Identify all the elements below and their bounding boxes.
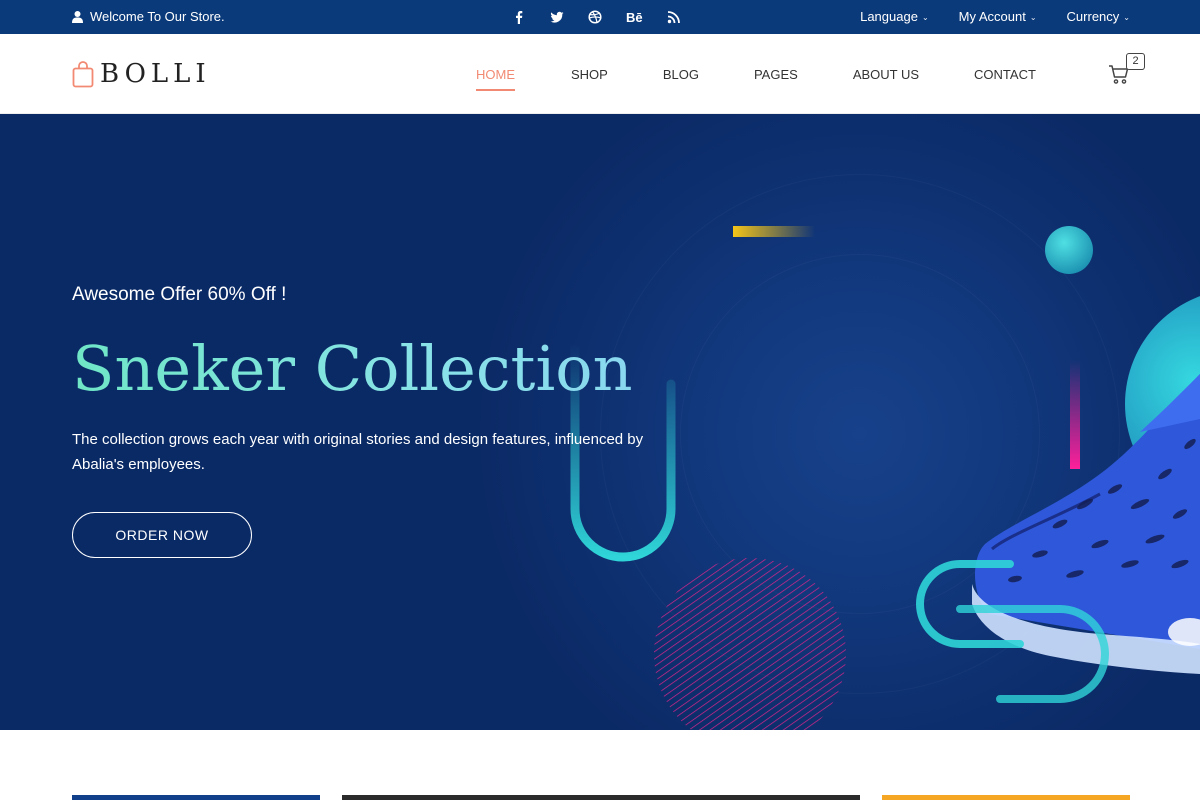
nav-about-us[interactable]: ABOUT US — [853, 67, 919, 82]
welcome-message: Welcome To Our Store. — [72, 9, 225, 24]
featured-card[interactable] — [342, 795, 860, 800]
nav-contact[interactable]: CONTACT — [974, 67, 1036, 82]
cart-button[interactable]: 2 — [1108, 53, 1148, 92]
hero-content: Awesome Offer 60% Off ! Sneker Collectio… — [72, 284, 672, 558]
hero-offer: Awesome Offer 60% Off ! — [72, 284, 287, 305]
currency-label: Currency — [1066, 9, 1120, 24]
social-links: Bē — [512, 9, 681, 25]
account-dropdown[interactable]: My Account ⌄ — [959, 9, 1037, 24]
logo-text: BOLLI — [100, 59, 211, 89]
dribbble-icon[interactable] — [588, 9, 602, 25]
account-label: My Account — [958, 9, 1026, 24]
order-now-button[interactable]: ORDER NOW — [72, 512, 252, 558]
rss-icon[interactable] — [667, 9, 681, 25]
shopping-bag-icon — [72, 61, 94, 88]
chevron-down-icon: ⌄ — [921, 13, 929, 22]
nav-home[interactable]: HOME — [476, 67, 515, 91]
hero-banner: Awesome Offer 60% Off ! Sneker Collectio… — [0, 114, 1200, 730]
featured-section — [0, 730, 1200, 800]
chevron-down-icon: ⌄ — [1123, 13, 1130, 22]
currency-dropdown[interactable]: Currency ⌄ — [1067, 9, 1130, 24]
main-nav: HOME SHOP BLOG PAGES ABOUT US CONTACT — [476, 67, 1036, 91]
top-right-menu: Language ⌄ My Account ⌄ Currency ⌄ — [860, 9, 1130, 24]
featured-card[interactable] — [882, 795, 1130, 800]
hero-title: Sneker Collection — [72, 332, 633, 405]
facebook-icon[interactable] — [512, 9, 526, 25]
nav-blog[interactable]: BLOG — [663, 67, 699, 82]
hero-description: The collection grows each year with orig… — [72, 431, 644, 473]
nav-pages[interactable]: PAGES — [754, 67, 798, 82]
logo[interactable]: BOLLI — [72, 59, 211, 89]
chevron-down-icon: ⌄ — [1029, 13, 1037, 22]
top-bar: Welcome To Our Store. Bē Language ⌄ My A… — [0, 0, 1200, 34]
welcome-text: Welcome To Our Store. — [90, 9, 225, 24]
language-dropdown[interactable]: Language ⌄ — [860, 9, 929, 24]
cart-count-badge: 2 — [1126, 53, 1145, 70]
main-header: BOLLI HOME SHOP BLOG PAGES ABOUT US CONT… — [0, 34, 1200, 114]
user-icon — [72, 10, 83, 23]
language-label: Language — [860, 9, 918, 24]
featured-card[interactable] — [72, 795, 320, 800]
twitter-icon[interactable] — [550, 9, 564, 25]
behance-icon[interactable]: Bē — [626, 9, 643, 25]
nav-shop[interactable]: SHOP — [571, 67, 608, 82]
